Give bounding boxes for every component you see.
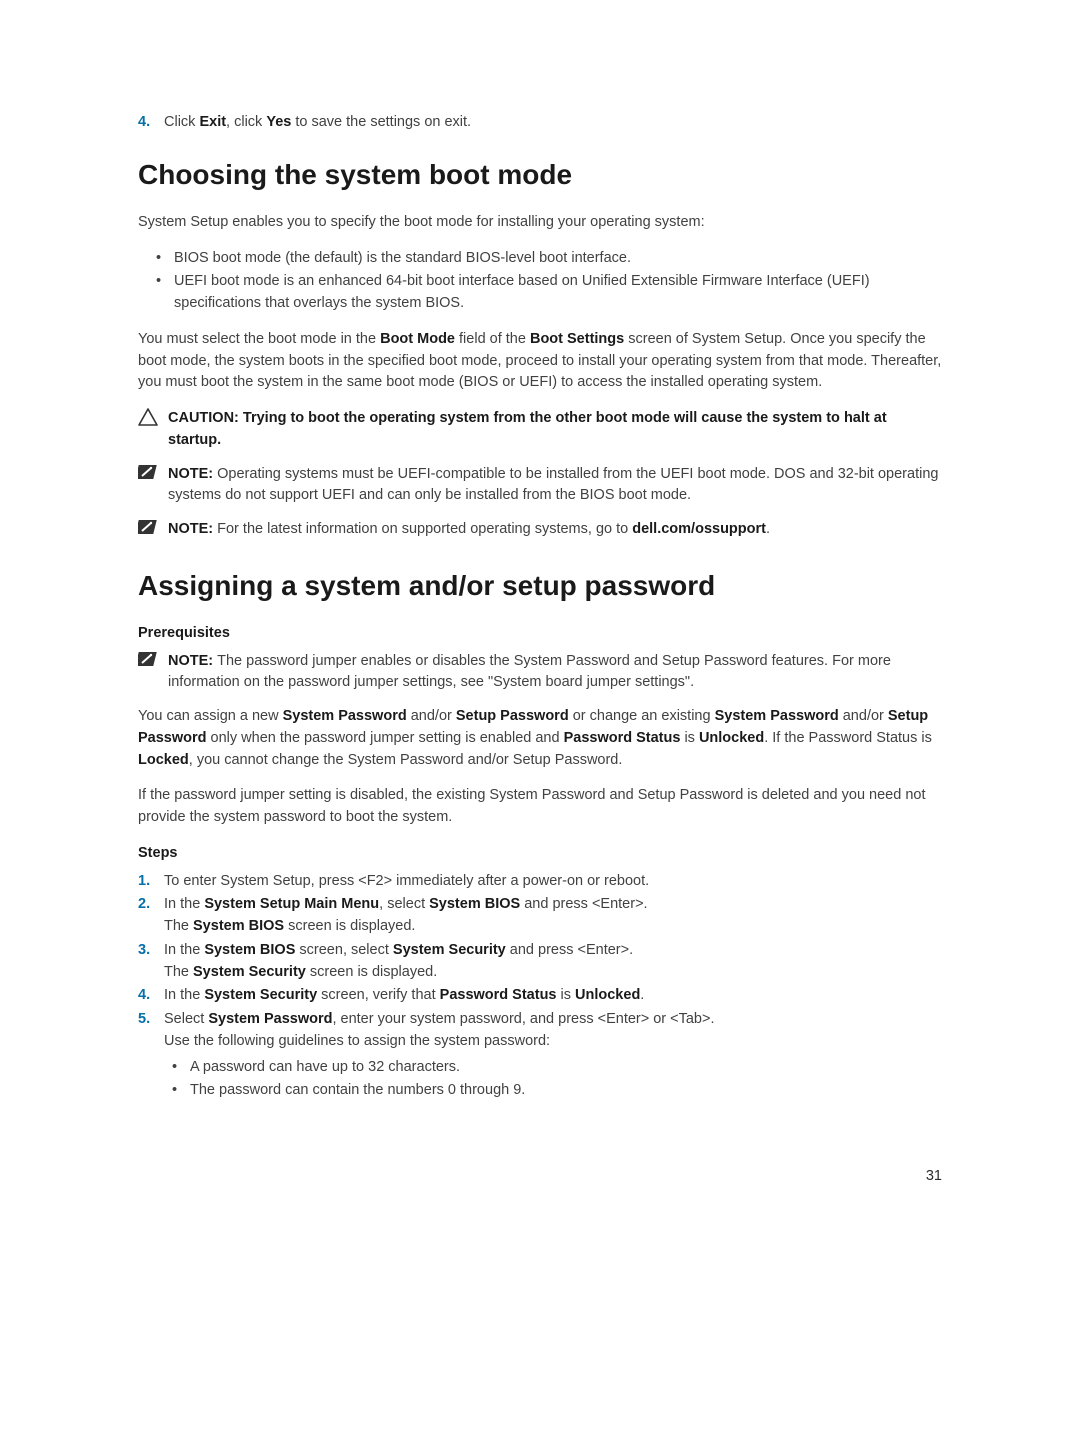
password-paragraph-1: You can assign a new System Password and… [138,706,942,771]
heading-boot-mode: Choosing the system boot mode [138,154,942,196]
password-paragraph-2: If the password jumper setting is disabl… [138,785,942,829]
step-body: In the System BIOS screen, select System… [164,940,942,984]
step-number: 4. [138,985,164,1007]
step-number: 1. [138,871,164,893]
subhead-steps: Steps [138,843,942,865]
note-icon [138,651,168,695]
step-item: 5. Select System Password, enter your sy… [138,1009,942,1106]
note-callout: NOTE: Operating systems must be UEFI-com… [138,464,942,508]
note-callout: NOTE: The password jumper enables or dis… [138,651,942,695]
step-item: 3. In the System BIOS screen, select Sys… [138,940,942,984]
step-number: 5. [138,1009,164,1106]
caution-icon [138,408,168,452]
step-number: 3. [138,940,164,984]
steps-list: 1. To enter System Setup, press <F2> imm… [138,871,942,1107]
password-rules: A password can have up to 32 characters.… [164,1057,942,1103]
note-icon [138,464,168,508]
intro-paragraph: System Setup enables you to specify the … [138,212,942,234]
note-callout: NOTE: For the latest information on supp… [138,519,942,541]
step-body: In the System Security screen, verify th… [164,985,942,1007]
boot-mode-paragraph: You must select the boot mode in the Boo… [138,329,942,394]
list-item: BIOS boot mode (the default) is the stan… [174,248,942,270]
prior-step-4: 4. Click Exit, click Yes to save the set… [138,112,942,134]
heading-password: Assigning a system and/or setup password [138,565,942,607]
step-item: 4. In the System Security screen, verify… [138,985,942,1007]
step-number: 4. [138,112,164,134]
step-item: 1. To enter System Setup, press <F2> imm… [138,871,942,893]
page-number: 31 [926,1168,942,1184]
list-item: The password can contain the numbers 0 t… [190,1080,942,1102]
list-item: UEFI boot mode is an enhanced 64-bit boo… [174,271,942,315]
step-number: 2. [138,894,164,938]
support-link[interactable]: dell.com/ossupport [632,521,766,537]
note-icon [138,519,168,541]
step-item: 2. In the System Setup Main Menu, select… [138,894,942,938]
step-body: To enter System Setup, press <F2> immedi… [164,871,942,893]
step-text: Click Exit, click Yes to save the settin… [164,112,942,134]
subhead-prerequisites: Prerequisites [138,623,942,645]
step-body: Select System Password, enter your syste… [164,1009,942,1106]
boot-mode-list: BIOS boot mode (the default) is the stan… [138,248,942,315]
caution-callout: CAUTION: Trying to boot the operating sy… [138,408,942,452]
list-item: A password can have up to 32 characters. [190,1057,942,1079]
step-body: In the System Setup Main Menu, select Sy… [164,894,942,938]
